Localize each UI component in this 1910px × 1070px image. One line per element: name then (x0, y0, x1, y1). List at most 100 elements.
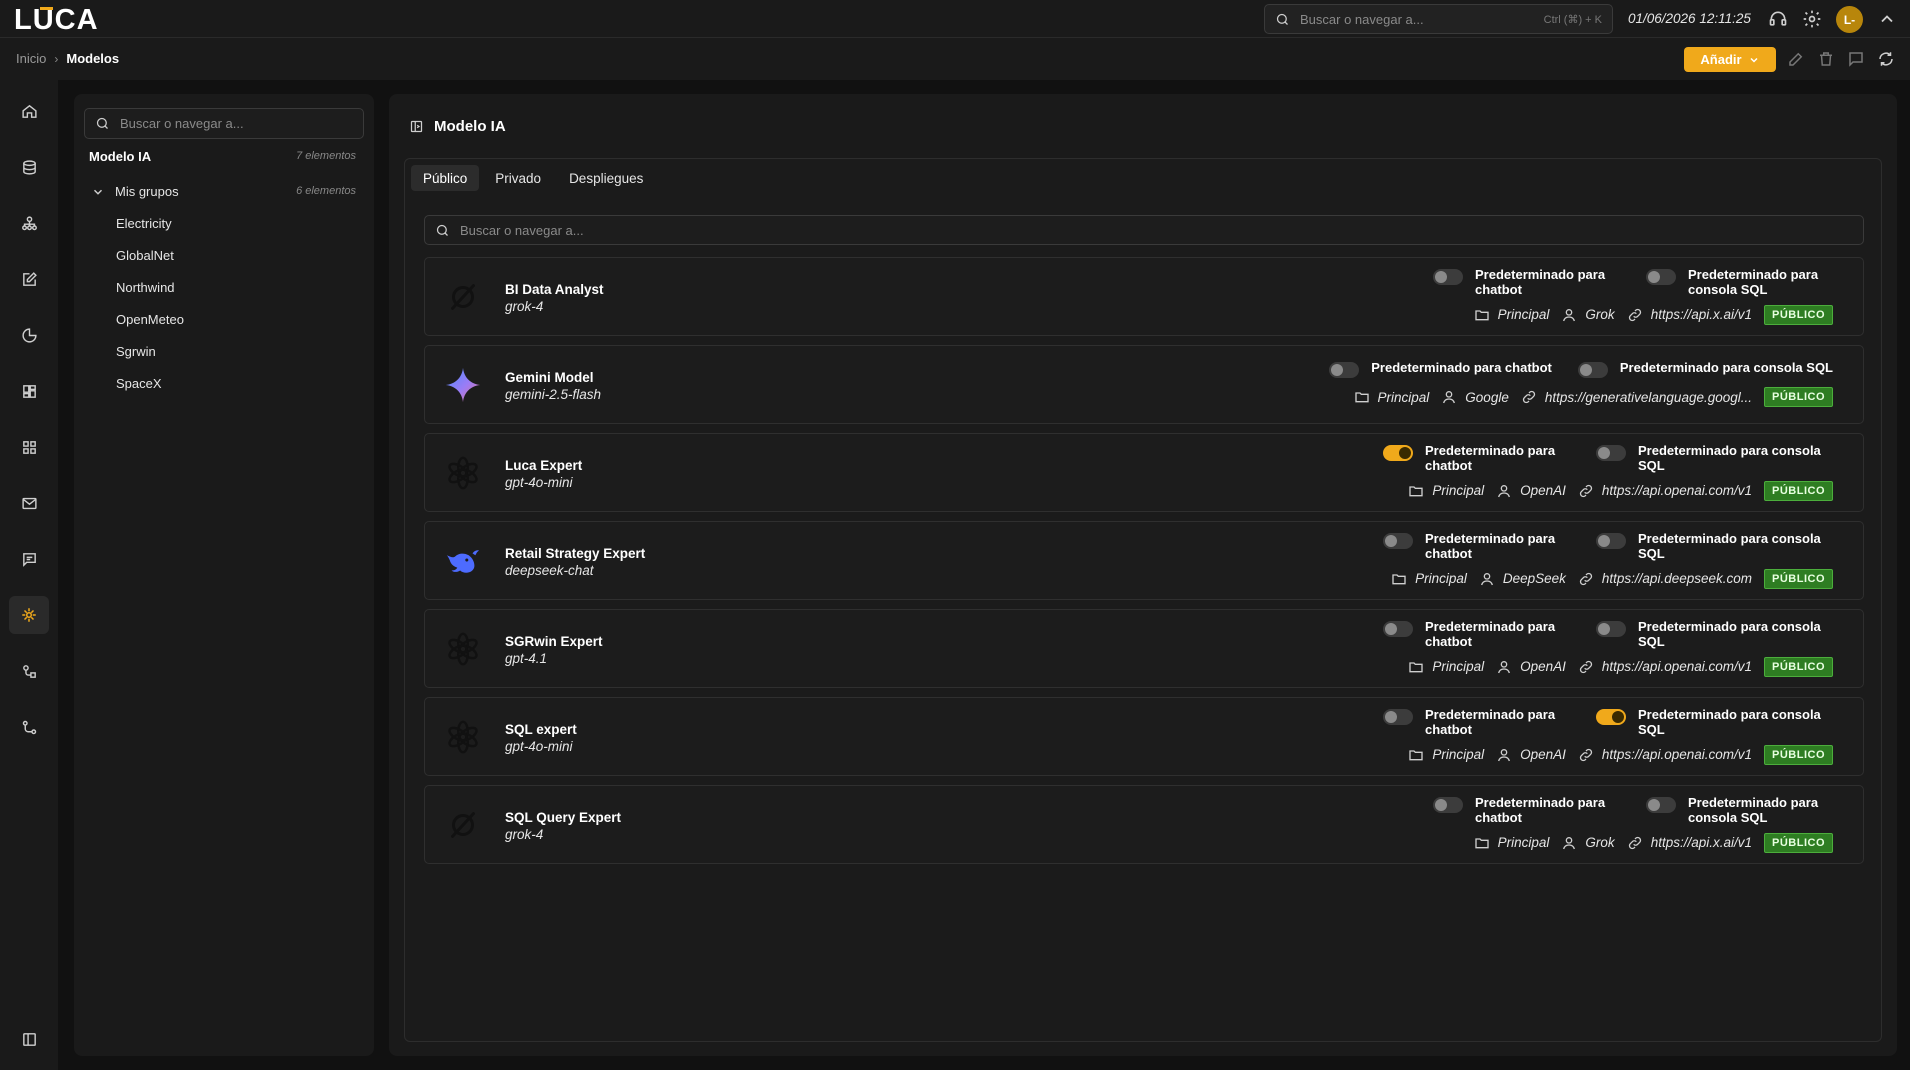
top-bar: LUCA Buscar o navegar a... Ctrl (⌘) + K … (0, 0, 1910, 38)
sql-default-switch[interactable] (1596, 445, 1626, 461)
nav-collapse[interactable] (9, 1020, 49, 1058)
chatbot-default-switch[interactable] (1383, 709, 1413, 725)
deepseek-icon (444, 542, 482, 580)
add-button[interactable]: Añadir (1684, 47, 1776, 72)
nav-workflows[interactable] (9, 708, 49, 746)
model-card-5[interactable]: SQL expert gpt-4o-mini Predeterminado pa… (424, 697, 1864, 776)
url-value[interactable]: https://generativelanguage.googl... (1545, 390, 1752, 405)
nav-dashboards[interactable] (9, 372, 49, 410)
nav-apps[interactable] (9, 428, 49, 466)
nav-edit[interactable] (9, 260, 49, 298)
gear-icon[interactable] (1802, 9, 1822, 29)
url-value[interactable]: https://api.x.ai/v1 (1651, 307, 1752, 322)
nav-mail[interactable] (9, 484, 49, 522)
model-meta: Principal OpenAI https://api.openai.com/… (1408, 656, 1833, 677)
model-id: deepseek-chat (505, 563, 594, 578)
user-icon (1563, 308, 1576, 322)
global-search-input[interactable]: Buscar o navegar a... Ctrl (⌘) + K (1264, 4, 1613, 34)
models-search-input[interactable]: Buscar o navegar a... (424, 215, 1864, 245)
meta-folder: Principal (1408, 659, 1484, 675)
sql-default-switch[interactable] (1596, 621, 1626, 637)
chatbot-default-switch[interactable] (1383, 445, 1413, 461)
link-icon (1579, 748, 1593, 762)
meta-provider: Google (1441, 389, 1509, 405)
support-icon[interactable] (1768, 9, 1788, 29)
chevron-down-icon (1750, 57, 1758, 63)
model-card-4[interactable]: SGRwin Expert gpt-4.1 Predeterminado par… (424, 609, 1864, 688)
visibility-badge: PÚBLICO (1764, 304, 1833, 325)
sidebar-search-input[interactable]: Buscar o navegar a... (84, 108, 364, 139)
main-content: Modelo IA Público Privado Despliegues Bu… (389, 94, 1897, 1056)
url-value[interactable]: https://api.x.ai/v1 (1651, 835, 1752, 850)
chatbot-default-switch[interactable] (1329, 362, 1360, 378)
folder-value: Principal (1415, 571, 1467, 587)
nav-hierarchy[interactable] (9, 204, 49, 242)
sql-default-switch[interactable] (1646, 797, 1676, 813)
nav-database[interactable] (9, 148, 49, 186)
sql-default-switch[interactable] (1596, 709, 1626, 725)
switch-knob (1331, 364, 1344, 376)
tab-despliegues[interactable]: Despliegues (557, 165, 655, 191)
group-mis-grupos[interactable]: Mis grupos (91, 184, 179, 199)
model-card-0[interactable]: BI Data Analyst grok-4 Predeterminado pa… (424, 257, 1864, 336)
sidebar-item-spacex[interactable]: SpaceX (116, 376, 162, 391)
refresh-icon[interactable] (1877, 50, 1895, 68)
link-icon (1522, 390, 1535, 404)
gemini-icon (444, 366, 482, 404)
model-card-1[interactable]: Gemini Model gemini-2.5-flash Predetermi… (424, 345, 1864, 424)
tab-publico[interactable]: Público (411, 165, 480, 191)
models-panel: Público Privado Despliegues Buscar o nav… (404, 158, 1882, 1042)
sql-default-switch[interactable] (1596, 533, 1626, 549)
model-id: grok-4 (505, 299, 544, 314)
sidebar-item-openmeteo[interactable]: OpenMeteo (116, 312, 184, 327)
sql-default-switch[interactable] (1646, 269, 1676, 285)
visibility-badge: PÚBLICO (1764, 480, 1833, 501)
comment-icon[interactable] (1847, 50, 1865, 68)
default-toggles: Predeterminado para chatbot Predetermina… (1383, 443, 1833, 474)
meta-provider: Grok (1561, 835, 1615, 851)
user-icon (1443, 391, 1456, 404)
luca-logo[interactable]: LUCA (14, 2, 110, 36)
edit-icon[interactable] (1787, 50, 1805, 68)
model-card-3[interactable]: Retail Strategy Expert deepseek-chat Pre… (424, 521, 1864, 600)
chatbot-default-switch[interactable] (1383, 621, 1413, 637)
model-card-6[interactable]: SQL Query Expert grok-4 Predeterminado p… (424, 785, 1864, 864)
sidebar-item-sgrwin[interactable]: Sgrwin (116, 344, 156, 359)
url-value[interactable]: https://api.openai.com/v1 (1602, 659, 1752, 674)
chatbot-default-switch[interactable] (1433, 797, 1463, 813)
toggle-chatbot: Predeterminado para chatbot (1383, 707, 1570, 738)
toggle-chatbot: Predeterminado para chatbot (1433, 795, 1620, 826)
visibility-badge: PÚBLICO (1764, 832, 1833, 853)
toggle-sql: Predeterminado para consola SQL (1577, 360, 1833, 378)
chatbot-default-switch[interactable] (1433, 269, 1463, 285)
user-avatar[interactable]: L- (1836, 6, 1863, 33)
model-card-details: Predeterminado para chatbot Predetermina… (1329, 360, 1833, 407)
sidebar-title[interactable]: Modelo IA (89, 149, 151, 164)
switch-knob (1598, 447, 1610, 459)
nav-home[interactable] (9, 92, 49, 130)
model-card-details: Predeterminado para chatbot Predetermina… (1383, 619, 1833, 677)
switch-knob (1399, 447, 1411, 459)
url-value[interactable]: https://api.deepseek.com (1602, 571, 1752, 586)
add-button-label: Añadir (1700, 52, 1742, 67)
chevron-down-icon (93, 189, 103, 195)
nav-reports[interactable] (9, 316, 49, 354)
trash-icon[interactable] (1817, 50, 1835, 68)
nav-connections[interactable] (9, 652, 49, 690)
chevron-up-icon[interactable] (1877, 9, 1897, 29)
model-card-2[interactable]: Luca Expert gpt-4o-mini Predeterminado p… (424, 433, 1864, 512)
search-placeholder: Buscar o navegar a... (1300, 11, 1424, 27)
tab-privado[interactable]: Privado (483, 165, 553, 191)
breadcrumb-home[interactable]: Inicio (16, 51, 46, 66)
url-value[interactable]: https://api.openai.com/v1 (1602, 747, 1752, 762)
url-value[interactable]: https://api.openai.com/v1 (1602, 483, 1752, 498)
chatbot-default-switch[interactable] (1383, 533, 1413, 549)
sidebar-item-globalnet[interactable]: GlobalNet (116, 248, 174, 263)
sidebar-item-northwind[interactable]: Northwind (116, 280, 175, 295)
chatbot-default-label: Predeterminado para chatbot (1425, 707, 1556, 737)
sidebar-item-electricity[interactable]: Electricity (116, 216, 172, 231)
nav-ai-models[interactable] (9, 596, 49, 634)
panel-layout-icon (410, 120, 423, 133)
nav-chat[interactable] (9, 540, 49, 578)
sql-default-switch[interactable] (1577, 362, 1608, 378)
